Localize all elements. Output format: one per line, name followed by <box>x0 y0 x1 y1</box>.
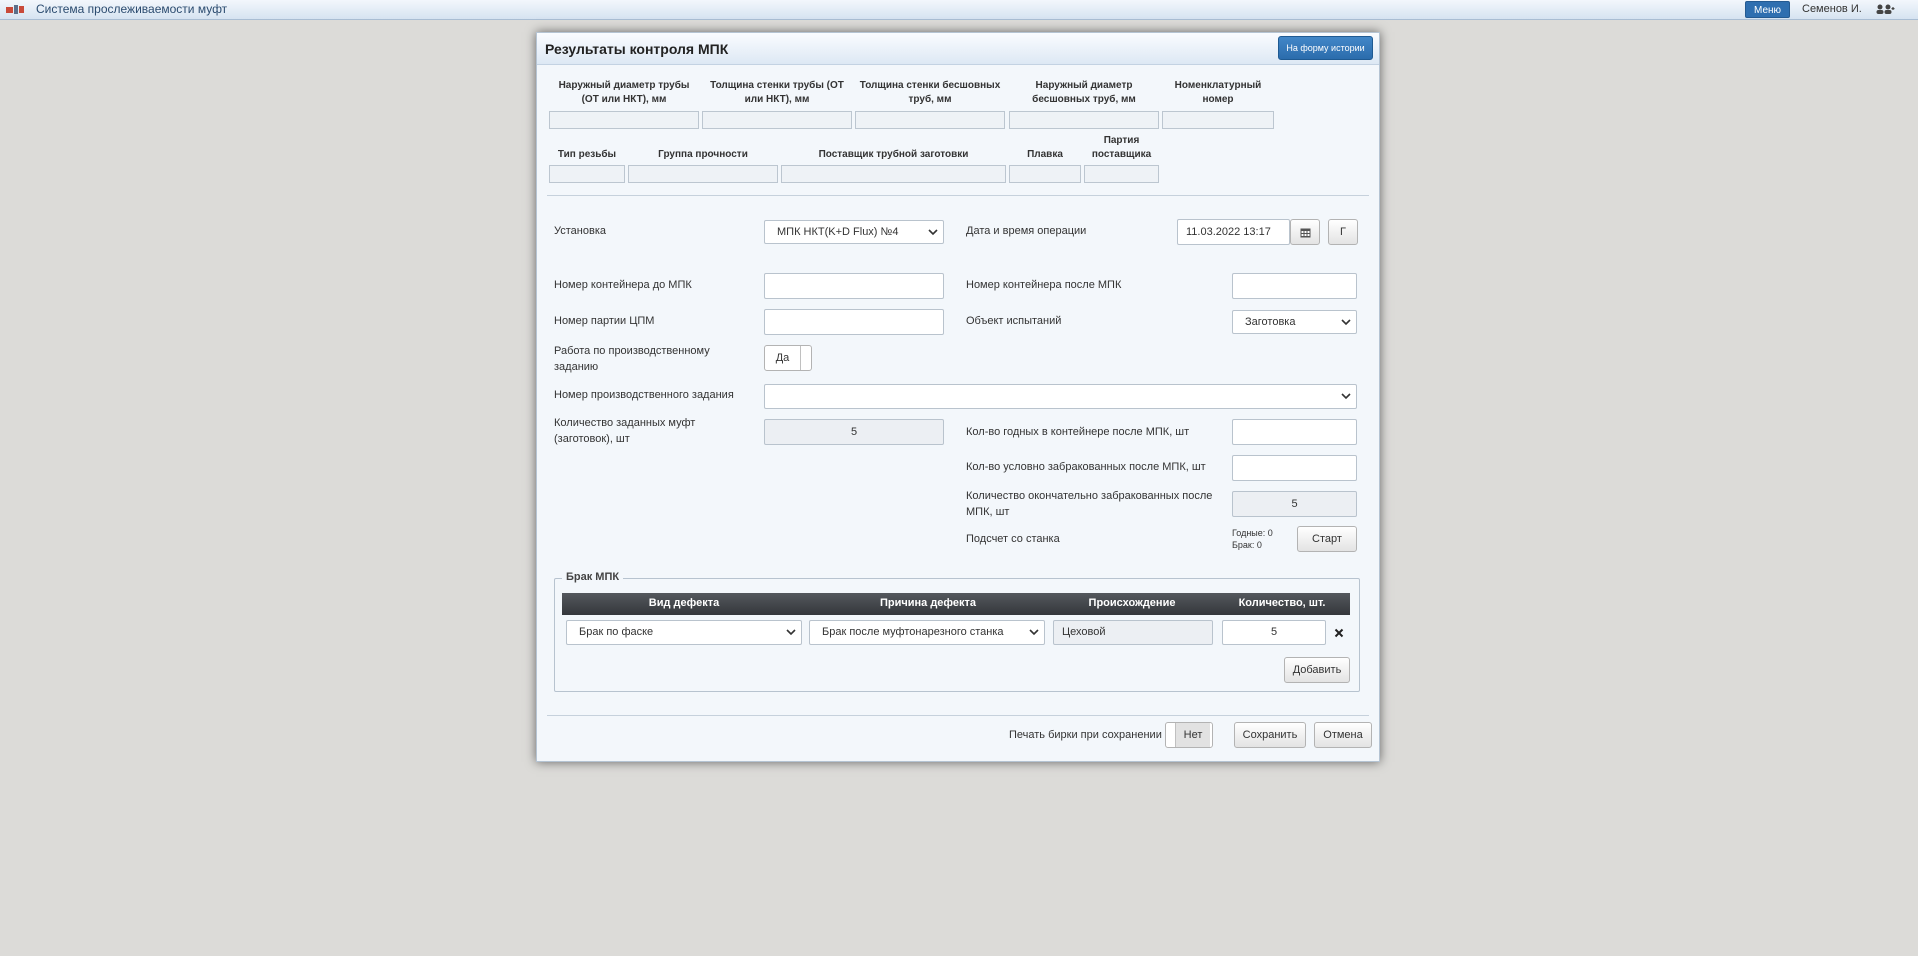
outer-diameter-label: Наружный диаметр трубы (ОТ или НКТ), мм <box>558 80 690 105</box>
menu-button[interactable]: Меню <box>1745 1 1791 18</box>
test-object-select[interactable]: Заготовка <box>1232 310 1357 334</box>
chevron-down-icon <box>928 229 938 236</box>
datetime-label: Дата и время операции <box>966 225 1087 237</box>
wall-thickness-label: Толщина стенки трубы (ОТ или НКТ), мм <box>710 80 844 105</box>
billet-supplier-value <box>781 165 1006 183</box>
cond-reject-input[interactable] <box>1232 455 1357 481</box>
defects-legend: Брак МПК <box>562 571 624 583</box>
save-button[interactable]: Сохранить <box>1234 722 1306 748</box>
production-task-number-select[interactable] <box>764 384 1357 409</box>
production-task-toggle[interactable]: Да <box>764 345 812 371</box>
add-defect-button[interactable]: Добавить <box>1284 657 1350 683</box>
container-before-input[interactable] <box>764 273 944 299</box>
strength-group-value <box>628 165 778 183</box>
installation-value: МПК НКТ(K+D Flux) №4 <box>777 226 899 238</box>
start-button[interactable]: Старт <box>1297 526 1357 552</box>
print-tag-label: Печать бирки при сохранении <box>1009 729 1162 741</box>
machine-good-count: Годные: 0 <box>1232 528 1273 538</box>
production-task-toggle-value: Да <box>765 346 801 370</box>
good-qty-label: Кол-во годных в контейнере после МПК, шт <box>966 426 1190 438</box>
datetime-extra-button[interactable]: Г <box>1328 219 1358 245</box>
container-after-label: Номер контейнера после МПК <box>966 279 1122 291</box>
strength-group-label: Группа прочности <box>658 149 748 160</box>
dialog-header: Результаты контроля МПК На форму истории <box>537 33 1379 65</box>
supplier-batch-value <box>1084 165 1159 183</box>
test-object-value: Заготовка <box>1245 316 1296 328</box>
app-logo-icon <box>6 5 24 14</box>
defect-reason-value: Брак после муфтонарезного станка <box>822 626 1004 638</box>
machine-count-label: Подсчет со станка <box>966 533 1060 545</box>
defect-reason-select[interactable]: Брак после муфтонарезного станка <box>809 620 1045 645</box>
seamless-wall-thickness-label: Толщина стенки бесшовных труб, мм <box>859 80 1001 105</box>
batch-cpm-input[interactable] <box>764 309 944 335</box>
top-bar: Система прослеживаемости муфт Меню Семен… <box>0 0 1918 20</box>
footer-divider <box>547 715 1369 716</box>
app-title[interactable]: Система прослеживаемости муфт <box>36 2 227 16</box>
thread-type-value <box>549 165 625 183</box>
defect-origin-value: Цеховой <box>1053 620 1213 645</box>
column-defect-type: Вид дефекта <box>648 597 720 609</box>
good-qty-input[interactable] <box>1232 419 1357 445</box>
outer-diameter-value <box>549 111 699 129</box>
calendar-button[interactable] <box>1290 219 1320 245</box>
divider <box>547 195 1369 196</box>
cancel-button[interactable]: Отмена <box>1314 722 1372 748</box>
history-form-button[interactable]: На форму истории <box>1278 36 1373 60</box>
billet-supplier-label: Поставщик трубной заготовки <box>818 149 969 160</box>
chevron-down-icon <box>1341 319 1351 326</box>
nomenclature-number-value <box>1162 111 1274 129</box>
calendar-icon <box>1300 228 1310 238</box>
print-tag-toggle[interactable]: Нет <box>1165 722 1213 748</box>
dialog-title: Результаты контроля МПК <box>545 41 729 57</box>
final-reject-label: Количество окончательно забракованных по… <box>966 490 1213 518</box>
chevron-down-icon <box>1341 393 1351 400</box>
defects-table-header: Вид дефекта Причина дефекта Происхождени… <box>562 593 1350 615</box>
production-task-number-label: Номер производственного задания <box>554 389 734 401</box>
heat-value <box>1009 165 1081 183</box>
production-task-work-label: Работа по производственному заданию <box>554 345 710 373</box>
defect-qty-input[interactable]: 5 <box>1222 620 1326 645</box>
chevron-down-icon <box>1029 629 1039 636</box>
column-defect-reason: Причина дефекта <box>879 597 977 609</box>
defect-type-value: Брак по фаске <box>579 626 654 638</box>
machine-count-stats: Годные: 0 Брак: 0 <box>1232 527 1273 551</box>
column-quantity: Количество, шт. <box>1238 597 1326 609</box>
planned-qty-label: Количество заданных муфт (заготовок), шт <box>554 417 696 445</box>
print-tag-toggle-value: Нет <box>1176 723 1210 747</box>
toggle-handle <box>1166 723 1176 747</box>
container-after-input[interactable] <box>1232 273 1357 299</box>
seamless-outer-diameter-value <box>1009 111 1159 129</box>
heat-label: Плавка <box>1027 149 1063 160</box>
supplier-batch-label: Партия поставщика <box>1091 135 1152 160</box>
batch-cpm-label: Номер партии ЦПМ <box>554 315 655 327</box>
container-before-label: Номер контейнера до МПК <box>554 279 692 291</box>
machine-reject-count: Брак: 0 <box>1232 540 1262 550</box>
installation-select[interactable]: МПК НКТ(K+D Flux) №4 <box>764 220 944 244</box>
column-origin: Происхождение <box>1088 597 1176 609</box>
test-object-label: Объект испытаний <box>966 315 1062 327</box>
nomenclature-number-label: Номенклатурный номер <box>1174 80 1262 105</box>
thread-type-label: Тип резьбы <box>557 149 617 160</box>
users-icon[interactable] <box>1875 3 1895 16</box>
seamless-wall-thickness-value <box>855 111 1005 129</box>
final-reject-value: 5 <box>1232 491 1357 517</box>
chevron-down-icon <box>786 629 796 636</box>
user-name[interactable]: Семенов И. <box>1802 3 1862 15</box>
planned-qty-value: 5 <box>764 419 944 445</box>
cond-reject-label: Кол-во условно забракованных после МПК, … <box>966 461 1206 473</box>
remove-row-icon[interactable] <box>1334 628 1344 638</box>
seamless-outer-diameter-label: Наружный диаметр бесшовных труб, мм <box>1032 80 1136 105</box>
mpk-results-dialog: Результаты контроля МПК На форму истории… <box>536 32 1380 762</box>
wall-thickness-value <box>702 111 852 129</box>
datetime-input[interactable]: 11.03.2022 13:17 <box>1177 219 1290 245</box>
defect-type-select[interactable]: Брак по фаске <box>566 620 802 645</box>
installation-label: Установка <box>554 225 606 237</box>
